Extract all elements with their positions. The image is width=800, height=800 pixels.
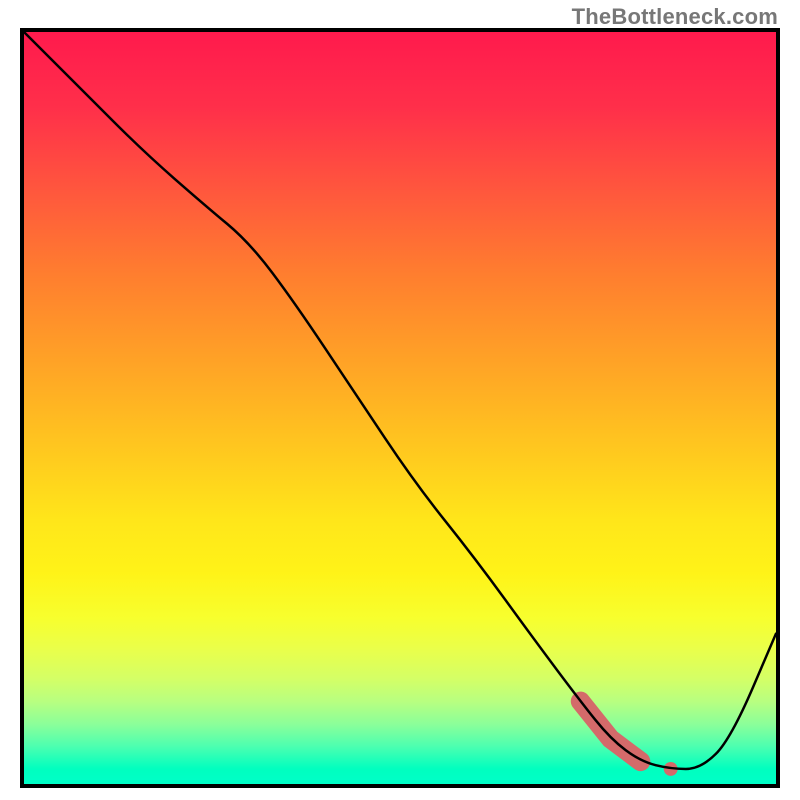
main-curve	[24, 32, 776, 769]
chart-frame	[20, 28, 780, 788]
highlight-thick-segment	[580, 701, 640, 761]
watermark-text: TheBottleneck.com	[572, 4, 778, 30]
chart-svg	[24, 32, 776, 784]
